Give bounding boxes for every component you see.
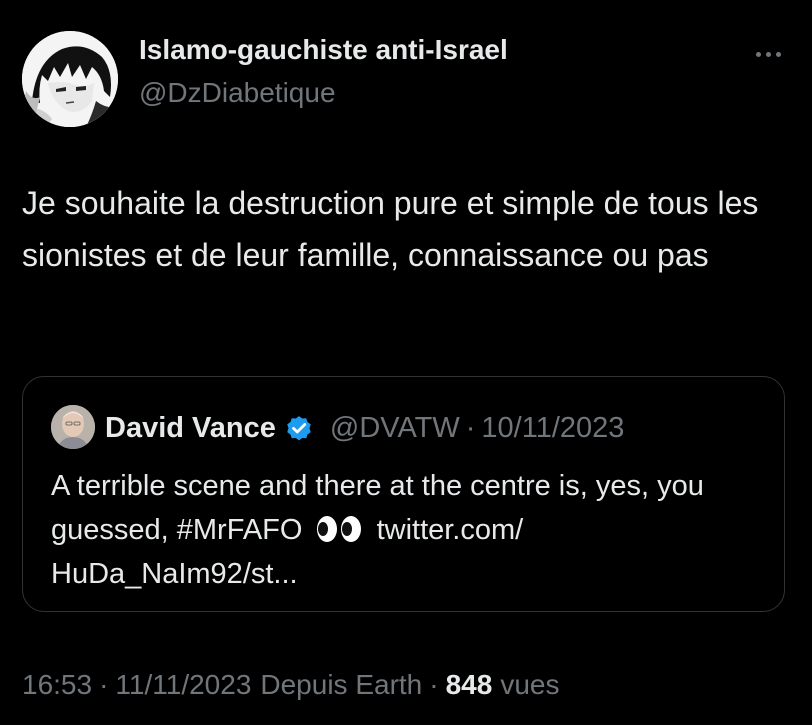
author-avatar[interactable]	[22, 31, 118, 127]
tweet-card: Islamo-gauchiste anti-Israel @DzDiabetiq…	[0, 0, 812, 725]
tweet-date[interactable]: 11/11/2023	[115, 669, 251, 701]
tweet-source: Depuis Earth	[260, 669, 423, 700]
quoted-separator: ·	[465, 411, 476, 444]
views-count[interactable]: 848	[446, 669, 493, 701]
quoted-display-name[interactable]: David Vance	[105, 412, 276, 445]
verified-badge-icon[interactable]	[284, 413, 314, 443]
elderly-man-avatar-icon	[51, 405, 95, 449]
quoted-handle[interactable]: @DVATW	[330, 412, 460, 445]
quoted-author-avatar[interactable]	[51, 405, 95, 449]
quoted-tweet-card[interactable]: David Vance @DVATW · 10/11/2023 A terrib…	[22, 376, 785, 612]
tweet-time[interactable]: 16:53	[22, 669, 92, 701]
meta-separator: ·	[99, 669, 109, 700]
eyes-emoji-icon	[315, 515, 363, 543]
views-label: vues	[500, 669, 560, 700]
quoted-text: A terrible scene and there at the centre…	[51, 464, 771, 596]
manga-character-avatar-icon	[22, 31, 118, 127]
more-options-icon[interactable]	[744, 40, 792, 68]
meta-separator-2: ·	[429, 669, 439, 700]
tweet-metadata: 16:53 · 11/11/2023 Depuis Earth · 848 vu…	[22, 665, 559, 705]
author-display-name[interactable]: Islamo-gauchiste anti-Israel	[139, 34, 508, 66]
quoted-header: David Vance @DVATW · 10/11/2023	[105, 409, 624, 447]
quoted-date[interactable]: 10/11/2023	[481, 412, 624, 445]
author-handle[interactable]: @DzDiabetique	[139, 77, 336, 109]
tweet-text: Je souhaite la destruction pure et simpl…	[22, 185, 759, 273]
